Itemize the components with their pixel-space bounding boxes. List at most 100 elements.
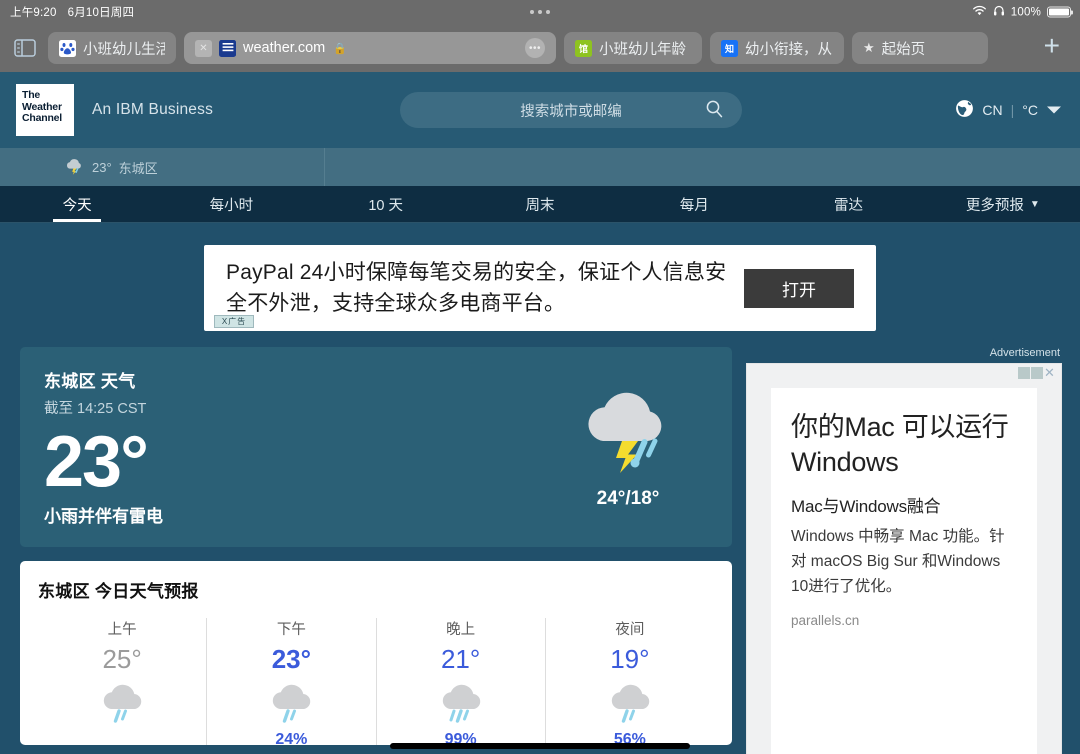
globe-icon[interactable] <box>955 99 974 121</box>
forecast-period-temp: 21° <box>377 644 545 675</box>
nav-item-radar[interactable]: 雷达 <box>771 186 925 222</box>
nav-item-hourly-label: 每小时 <box>210 194 254 215</box>
svg-text:知: 知 <box>724 43 734 54</box>
location-strip: 23° 东城区 <box>0 148 1080 186</box>
top-ad-banner[interactable]: PayPal 24小时保障每笔交易的安全，保证个人信息安全不外泄，支持全球众多电… <box>204 245 876 331</box>
main-column: 东城区 天气 截至 14:25 CST 23° 小雨并伴有雷电 24 <box>20 347 732 745</box>
more-dots-icon[interactable]: ••• <box>525 38 545 58</box>
chevron-down-icon[interactable] <box>1046 102 1062 118</box>
side-ad-controls: ✕ <box>1018 367 1057 380</box>
forecast-period-temp: 25° <box>38 644 206 675</box>
browser-tab-4[interactable]: 知 幼小衔接，从 <box>710 32 844 64</box>
side-ad-body: Windows 中畅享 Mac 功能。针对 macOS Big Sur 和Win… <box>791 524 1017 599</box>
advertisement-label: Advertisement <box>746 347 1062 359</box>
lock-icon: 🔒 <box>333 42 347 55</box>
unit-label[interactable]: °C <box>1022 102 1038 118</box>
forecast-period-label: 夜间 <box>546 618 714 639</box>
svg-text:馆: 馆 <box>579 43 588 54</box>
primary-nav: 今天 每小时 10 天 周末 每月 雷达 更多预报 ▼ <box>0 186 1080 223</box>
nav-item-monthly[interactable]: 每月 <box>617 186 771 222</box>
home-indicator[interactable] <box>390 743 690 749</box>
side-ad-card[interactable]: 你的Mac 可以运行Windows Mac与Windows融合 Windows … <box>771 388 1037 754</box>
status-bar-center-dots <box>530 10 550 14</box>
headphones-icon <box>993 5 1005 20</box>
rain-icon <box>546 683 714 729</box>
nav-item-hourly[interactable]: 每小时 <box>154 186 308 222</box>
saved-location-item[interactable]: 23° 东城区 <box>0 148 325 186</box>
status-bar-left: 上午9:20 6月10日周四 <box>0 4 134 20</box>
site-header: The Weather Channel An IBM Business 搜索城市… <box>0 72 1080 148</box>
search-input[interactable]: 搜索城市或邮编 <box>400 92 742 128</box>
zhihu-favicon: 知 <box>721 40 738 57</box>
forecast-period-afternoon[interactable]: 下午 23° 24% <box>207 618 376 745</box>
nav-item-radar-label: 雷达 <box>834 194 863 215</box>
forecast-period-temp: 23° <box>207 644 375 675</box>
locale-label[interactable]: CN <box>982 102 1002 118</box>
ad-choices-badge[interactable]: X广告 <box>214 315 254 328</box>
browser-tab-4-title: 幼小衔接，从 <box>745 38 832 59</box>
browser-tab-1[interactable]: 小班幼儿生活 <box>48 32 176 64</box>
status-bar-right: 100% <box>972 5 1071 20</box>
dot-icon <box>538 10 542 14</box>
forecast-period-morning[interactable]: 上午 25° <box>38 618 207 745</box>
header-locale-controls: CN | °C <box>955 99 1062 121</box>
side-ad-headline: 你的Mac 可以运行Windows <box>791 410 1017 480</box>
weather-channel-logo[interactable]: The Weather Channel <box>16 84 74 136</box>
dot-icon <box>546 10 550 14</box>
address-bar-url: weather.com <box>243 40 325 56</box>
rain-icon <box>207 683 375 729</box>
side-ad-container[interactable]: ✕ 你的Mac 可以运行Windows Mac与Windows融合 Window… <box>746 363 1062 754</box>
divider: | <box>1011 102 1015 118</box>
current-weather-icon-group: 24°/18° <box>576 381 680 510</box>
rain-icon <box>377 683 545 729</box>
close-icon[interactable]: ✕ <box>1044 367 1057 380</box>
side-ad-subhead: Mac与Windows融合 <box>791 492 1017 517</box>
nav-item-10day[interactable]: 10 天 <box>309 186 463 222</box>
forecast-period-label: 下午 <box>207 618 375 639</box>
status-bar-date: 6月10日周四 <box>68 4 135 20</box>
battery-percent-label: 100% <box>1011 6 1041 18</box>
nav-item-10day-label: 10 天 <box>368 194 403 215</box>
location-city: 东城区 <box>119 158 158 177</box>
nav-item-more-forecasts[interactable]: 更多预报 ▼ <box>926 186 1080 222</box>
browser-tab-5[interactable]: ★ 起始页 <box>852 32 988 64</box>
forecast-period-precip: 24% <box>207 731 375 745</box>
forecast-period-evening[interactable]: 晚上 21° 99% <box>377 618 546 745</box>
top-ad-open-button[interactable]: 打开 <box>744 269 854 308</box>
new-tab-button[interactable]: + <box>1034 32 1070 64</box>
nav-item-weekend-label: 周末 <box>525 194 554 215</box>
today-forecast-row: 上午 25° 下午 23° 24% <box>38 618 714 745</box>
sidebar-toggle-icon[interactable] <box>10 35 40 61</box>
ibm-tagline: An IBM Business <box>92 101 213 119</box>
forecast-period-temp: 19° <box>546 644 714 675</box>
star-icon: ★ <box>863 40 875 56</box>
dot-icon <box>530 10 534 14</box>
browser-tab-3-title: 小班幼儿年龄 <box>599 38 686 59</box>
content-columns: 东城区 天气 截至 14:25 CST 23° 小雨并伴有雷电 24 <box>0 331 1080 745</box>
nav-item-monthly-label: 每月 <box>680 194 709 215</box>
close-icon[interactable]: ✕ <box>195 40 212 57</box>
search-icon[interactable] <box>705 99 724 122</box>
side-ad-url: parallels.cn <box>791 613 1017 628</box>
browser-tab-5-title: 起始页 <box>882 38 926 59</box>
status-bar-time: 上午9:20 <box>10 4 57 20</box>
browser-tab-2-address[interactable]: ✕ weather.com 🔒 ••• <box>184 32 556 64</box>
logo-line-1: The <box>22 90 69 102</box>
thunderstorm-icon <box>576 464 680 481</box>
nav-item-today[interactable]: 今天 <box>0 186 154 222</box>
current-high-low: 24°/18° <box>576 488 680 510</box>
nav-item-weekend[interactable]: 周末 <box>463 186 617 222</box>
current-conditions-card: 东城区 天气 截至 14:25 CST 23° 小雨并伴有雷电 24 <box>20 347 732 547</box>
location-temp: 23° <box>92 160 112 175</box>
top-ad-text: PayPal 24小时保障每笔交易的安全，保证个人信息安全不外泄，支持全球众多电… <box>226 257 744 319</box>
baidu-favicon <box>59 40 76 57</box>
ad-info-icon[interactable] <box>1018 367 1030 379</box>
browser-tab-3[interactable]: 馆 小班幼儿年龄 <box>564 32 702 64</box>
browser-tab-1-title: 小班幼儿生活 <box>83 38 165 59</box>
today-forecast-card: 东城区 今日天气预报 上午 25° 下午 23° <box>20 561 732 745</box>
thunderstorm-icon <box>64 157 85 178</box>
ad-choices-icon[interactable] <box>1031 367 1043 379</box>
caret-down-icon: ▼ <box>1030 199 1040 210</box>
forecast-period-overnight[interactable]: 夜间 19° 56% <box>546 618 714 745</box>
green-favicon: 馆 <box>575 40 592 57</box>
